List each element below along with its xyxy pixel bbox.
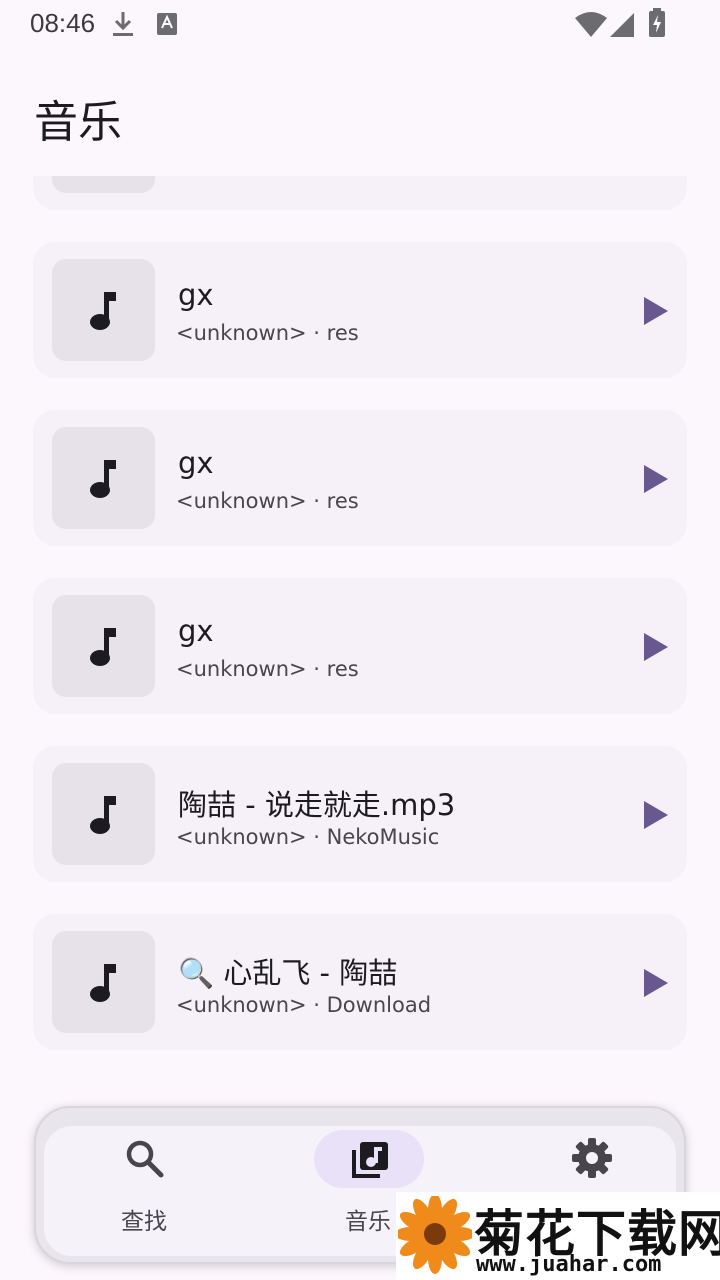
search-icon (126, 1140, 164, 1178)
song-subtitle: <unknown> · res (176, 321, 359, 345)
album-art (52, 176, 155, 193)
song-subtitle: <unknown> · Download (176, 993, 432, 1017)
music-note-icon (90, 628, 116, 666)
nav-item-search[interactable]: 查找 (44, 1126, 244, 1256)
song-card[interactable]: gx <unknown> · res (33, 242, 687, 378)
song-subtitle: <unknown> · res (176, 489, 359, 513)
download-icon (113, 12, 133, 36)
music-note-icon (90, 460, 116, 498)
music-note-icon (90, 964, 116, 1002)
music-note-icon (90, 796, 116, 834)
battery-charging-icon (649, 8, 665, 37)
signal-icon (610, 13, 634, 37)
watermark-url: www.juahar.com (476, 1252, 662, 1277)
play-icon[interactable] (642, 296, 670, 326)
nav-label: 查找 (121, 1209, 167, 1235)
song-title: 🔍 心乱飞 - 陶喆 (178, 956, 398, 990)
song-title: gx (178, 278, 214, 312)
song-subtitle: <unknown> · res (176, 657, 359, 681)
page-title: 音乐 (34, 97, 122, 148)
status-time: 08:46 (30, 8, 96, 38)
album-art (52, 259, 155, 361)
play-icon[interactable] (642, 464, 670, 494)
play-icon[interactable] (642, 968, 670, 998)
song-card[interactable]: 陶喆 - 说走就走.mp3 <unknown> · NekoMusic (33, 746, 687, 882)
song-card[interactable]: gx <unknown> · res (33, 578, 687, 714)
gear-icon (572, 1138, 612, 1178)
song-list[interactable]: gx <unknown> · res gx <unknown> · res gx… (0, 176, 720, 1106)
keyboard-a-icon (157, 13, 177, 35)
album-art (52, 931, 155, 1033)
song-title: 陶喆 - 说走就走.mp3 (178, 788, 456, 822)
wifi-icon (575, 12, 607, 37)
album-art (52, 763, 155, 865)
play-icon[interactable] (642, 800, 670, 830)
song-subtitle: <unknown> · NekoMusic (176, 825, 440, 849)
library-music-icon (352, 1142, 388, 1178)
status-bar: 08:46 (0, 0, 720, 48)
music-note-icon (90, 292, 116, 330)
album-art (52, 595, 155, 697)
flower-logo-icon (398, 1196, 472, 1274)
album-art (52, 427, 155, 529)
song-title: gx (178, 446, 214, 480)
song-title: gx (178, 614, 214, 648)
song-card[interactable]: 🔍 心乱飞 - 陶喆 <unknown> · Download (33, 914, 687, 1050)
play-icon[interactable] (642, 632, 670, 662)
song-card-partial[interactable] (33, 176, 687, 210)
song-card[interactable]: gx <unknown> · res (33, 410, 687, 546)
watermark: 菊花下载网 www.juahar.com (396, 1192, 720, 1280)
